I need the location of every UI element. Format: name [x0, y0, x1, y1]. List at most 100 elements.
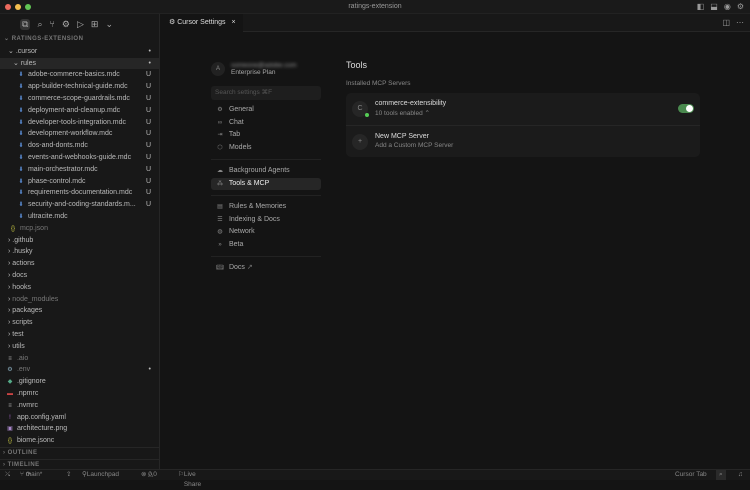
file-item[interactable]: ≡ .nvmrc — [0, 400, 159, 412]
rule-file[interactable]: ⬇ app-builder-technical-guide.mdc U — [0, 81, 159, 93]
split-editor-icon[interactable]: ◫ — [722, 18, 730, 27]
account-info: A someone@adobe.com Enterprise Plan — [211, 58, 321, 80]
explorer-root-header[interactable]: ⌄ RATINGS-EXTENSION — [0, 34, 159, 46]
file-mcp-json[interactable]: {} mcp.json — [0, 223, 159, 235]
rule-file[interactable]: ⬇ events-and-webhooks-guide.mdc U — [0, 152, 159, 164]
folder-item[interactable]: › docs — [0, 270, 159, 282]
run-debug-icon[interactable]: ▷ — [77, 19, 84, 30]
folder-item[interactable]: › packages — [0, 305, 159, 317]
folder-item[interactable]: › utils — [0, 341, 159, 353]
file-label: biome.jsonc — [16, 437, 55, 445]
nav-general[interactable]: ⚙ General — [211, 104, 321, 117]
file-item[interactable]: ▬ .npmrc — [0, 388, 159, 400]
rule-file[interactable]: ⬇ phase-control.mdc U — [0, 176, 159, 188]
nav-beta[interactable]: » Beta — [211, 239, 321, 252]
window-title: ratings-extension — [348, 3, 402, 10]
rule-file[interactable]: ⬇ development-workflow.mdc U — [0, 128, 159, 140]
file-item[interactable]: {} biome.jsonc — [0, 435, 159, 447]
problems-button[interactable]: ⊗ 0 △ 0 — [141, 470, 157, 480]
file-label: ultracite.mdc — [27, 212, 68, 220]
tab-cursor-settings[interactable]: ⚙ Cursor Settings × — [161, 14, 243, 32]
cursor-tab-button[interactable]: Cursor Tab — [675, 470, 707, 480]
explorer-icon[interactable]: ⧉ — [20, 18, 31, 30]
nav-tab[interactable]: ⇥ Tab — [211, 129, 321, 142]
nav-icon: ⁂ — [217, 180, 223, 187]
folder-item[interactable]: › hooks — [0, 282, 159, 294]
settings-gear-icon[interactable]: ⚙ — [737, 2, 744, 11]
folder-item[interactable]: › node_modules — [0, 294, 159, 306]
folder-label: hooks — [12, 283, 31, 291]
close-tab-icon[interactable]: × — [231, 19, 235, 26]
git-status: U — [145, 201, 151, 209]
rule-file[interactable]: ⬇ commerce-scope-guardrails.mdc U — [0, 93, 159, 105]
zoom-icon[interactable]: ⌕ — [716, 470, 726, 480]
toggle-sidebar-icon[interactable]: ◧ — [697, 2, 705, 11]
new-mcp-server-button[interactable]: + New MCP Server Add a Custom MCP Server — [346, 125, 700, 157]
folder-rules[interactable]: ⌄ rules • — [0, 57, 159, 70]
nav-background-agents[interactable]: ☁ Background Agents — [211, 165, 321, 178]
rule-file[interactable]: ⬇ security-and-coding-standards.m... U — [0, 199, 159, 211]
nav-tools-mcp[interactable]: ⁂ Tools & MCP — [211, 177, 321, 190]
extensions-icon[interactable]: ⊞ — [91, 19, 99, 30]
avatar: A — [211, 62, 225, 76]
folder-label: actions — [12, 260, 35, 268]
extensions-gear-icon[interactable]: ⚙ — [62, 19, 70, 30]
folder-label: test — [12, 330, 24, 338]
folder-label: packages — [12, 307, 43, 315]
nav-icon: » — [218, 241, 222, 248]
more-actions-icon[interactable]: ⋯ — [736, 18, 744, 27]
rule-file[interactable]: ⬇ deployment-and-cleanup.mdc U — [0, 105, 159, 117]
modified-dot: • — [148, 366, 151, 374]
file-item[interactable]: ◆ .gitignore — [0, 376, 159, 388]
modified-dot: • — [148, 59, 151, 67]
folder-item[interactable]: › test — [0, 329, 159, 341]
rule-file[interactable]: ⬇ requirements-documentation.mdc U — [0, 187, 159, 199]
folder-label: node_modules — [12, 295, 59, 303]
chevron-down-icon[interactable]: ⌄ — [105, 19, 113, 30]
file-label: architecture.png — [16, 425, 68, 433]
nav-icon: ⚙ — [217, 107, 223, 113]
account-email: someone@adobe.com — [231, 62, 297, 69]
file-label: .npmrc — [16, 389, 39, 397]
branch-button[interactable]: ⑂ main* ⟳ — [20, 470, 42, 480]
account-icon[interactable]: ◉ — [724, 2, 731, 11]
nav-docs[interactable]: 📖︎ Docs ↗ — [211, 262, 321, 275]
folder-item[interactable]: › scripts — [0, 317, 159, 329]
mcp-server-item[interactable]: C commerce-extensibility 10 tools enable… — [346, 93, 700, 125]
rule-file[interactable]: ⬇ dos-and-donts.mdc U — [0, 140, 159, 152]
outline-section[interactable]: › OUTLINE — [0, 446, 159, 459]
rule-file[interactable]: ⬇ ultracite.mdc — [0, 211, 159, 223]
git-status: U — [145, 106, 151, 114]
rule-file[interactable]: ⬇ developer-tools-integration.mdc U — [0, 117, 159, 129]
notifications-bell-icon[interactable]: ♫ — [738, 470, 743, 480]
file-item[interactable]: ! app.config.yaml — [0, 412, 159, 424]
file-item[interactable]: ⚙ .env • — [0, 364, 159, 376]
launchpad-button[interactable]: ⚲ Launchpad — [82, 470, 119, 480]
new-server-subtitle: Add a Custom MCP Server — [375, 142, 454, 149]
folder-cursor[interactable]: ⌄ .cursor • — [0, 46, 159, 58]
nav-indexing-docs[interactable]: ☰ Indexing & Docs — [211, 214, 321, 227]
remote-icon[interactable]: ⤯ — [5, 470, 10, 480]
rule-file[interactable]: ⬇ adobe-commerce-basics.mdc U — [0, 69, 159, 81]
nav-icon: ∞ — [217, 119, 223, 126]
settings-search-input[interactable]: Search settings ⌘F — [211, 86, 321, 100]
server-enabled-toggle[interactable] — [678, 104, 694, 113]
publish-icon[interactable]: ⇪ — [66, 470, 71, 480]
source-control-icon[interactable]: ⑂ — [49, 19, 54, 29]
nav-network[interactable]: ◍ Network — [211, 226, 321, 239]
nav-rules-memories[interactable]: ▤ Rules & Memories — [211, 201, 321, 214]
folder-item[interactable]: › actions — [0, 258, 159, 270]
tools-enabled-dropdown[interactable]: 10 tools enabled ⌃ — [375, 109, 700, 117]
live-share-button[interactable]: ⚐ Live Share — [178, 470, 201, 488]
nav-chat[interactable]: ∞ Chat — [211, 117, 321, 130]
toggle-panel-icon[interactable]: ⬓ — [710, 2, 718, 11]
rule-file[interactable]: ⬇ main-orchestrator.mdc U — [0, 164, 159, 176]
nav-models[interactable]: ⬡ Models — [211, 142, 321, 155]
file-item[interactable]: ▣ architecture.png — [0, 423, 159, 435]
branch-label: main* — [25, 471, 43, 478]
folder-item[interactable]: › .github — [0, 235, 159, 247]
file-item[interactable]: ≡ .aio — [0, 353, 159, 365]
folder-item[interactable]: › .husky — [0, 246, 159, 258]
search-icon[interactable]: ⌕ — [37, 19, 42, 30]
nav-label: Tab — [228, 131, 241, 138]
